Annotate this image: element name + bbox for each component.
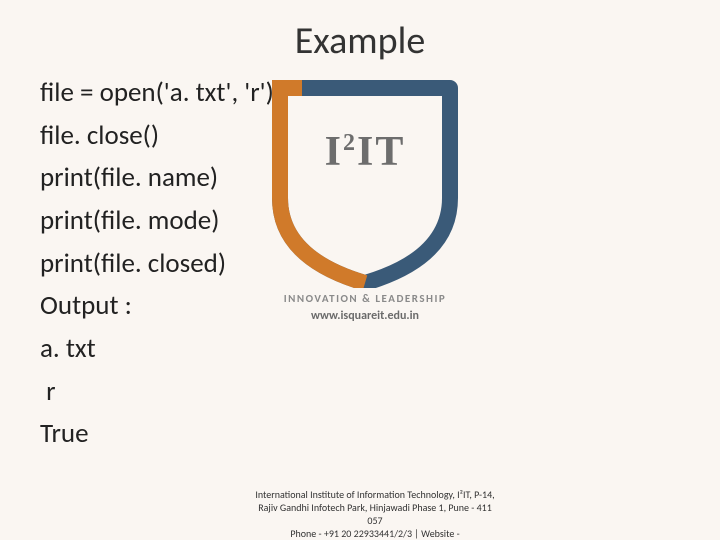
code-line: a. txt [40,328,274,371]
logo-tagline: INNOVATION & LEADERSHIP [250,292,480,305]
logo-superscript: 2 [343,130,357,156]
shield-icon: I2IT [260,78,470,288]
logo-suffix: IT [357,129,405,175]
code-line: print(file. name) [40,157,274,200]
code-line: file = open('a. txt', 'r') [40,72,274,115]
logo-prefix: I [325,129,343,175]
logo-text: I2IT [260,128,470,176]
code-line: print(file. mode) [40,200,274,243]
slide-title: Example [0,18,720,64]
code-example: file = open('a. txt', 'r') file. close()… [40,72,274,456]
slide-footer: International Institute of Information T… [250,488,500,540]
code-line: r [40,371,274,414]
code-line: file. close() [40,115,274,158]
institution-logo: I2IT INNOVATION & LEADERSHIP www.isquare… [250,78,480,323]
code-line: True [40,413,274,456]
code-line: Output : [40,285,274,328]
logo-website: www.isquareit.edu.in [250,309,480,323]
footer-address: International Institute of Information T… [250,488,500,527]
footer-contact: Phone - +91 20 22933441/2/3 | Website - [250,527,500,540]
code-line: print(file. closed) [40,243,274,286]
